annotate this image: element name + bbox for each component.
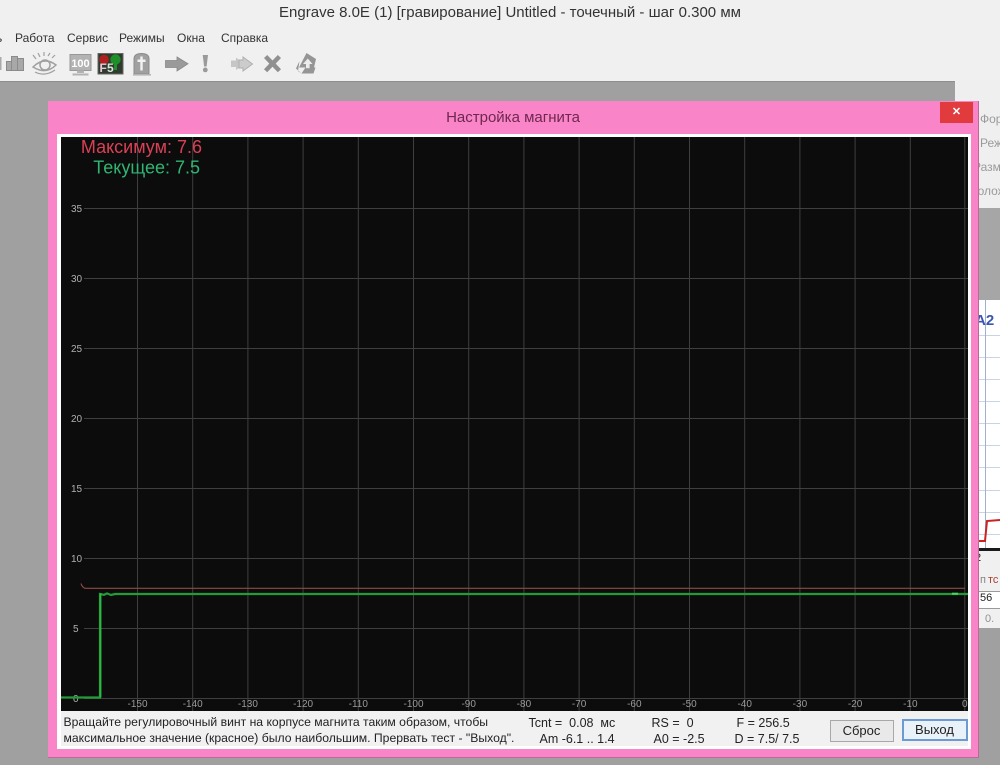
svg-text:35: 35 [71,204,83,215]
svg-text:-110: -110 [348,699,368,710]
svg-text:-80: -80 [516,699,531,710]
svg-text:-60: -60 [627,699,642,710]
svg-text:-50: -50 [682,699,697,710]
svg-text:-40: -40 [737,699,752,710]
svg-text:Текущее: 7.5: Текущее: 7.5 [93,158,200,178]
svg-text:-30: -30 [792,699,807,710]
svg-text:-120: -120 [293,699,313,710]
svg-text:5: 5 [73,624,79,635]
svg-text:25: 25 [71,344,83,355]
svg-text:20: 20 [71,414,83,425]
svg-text:-90: -90 [461,699,476,710]
svg-text:-150: -150 [127,699,147,710]
svg-text:-100: -100 [403,699,423,710]
svg-text:100: 100 [71,58,89,70]
svg-text:15: 15 [71,484,83,495]
svg-text:-70: -70 [571,699,586,710]
svg-text:0: 0 [962,699,968,710]
svg-text:-140: -140 [182,699,202,710]
svg-text:5: 5 [107,61,114,75]
svg-text:10: 10 [71,554,83,565]
svg-text:-10: -10 [903,699,918,710]
svg-text:30: 30 [71,274,83,285]
svg-text:-130: -130 [237,699,257,710]
svg-text:Максимум: 7.6: Максимум: 7.6 [80,137,201,157]
svg-text:-20: -20 [847,699,862,710]
svg-text:F: F [100,61,107,75]
svg-text:0: 0 [73,694,79,705]
